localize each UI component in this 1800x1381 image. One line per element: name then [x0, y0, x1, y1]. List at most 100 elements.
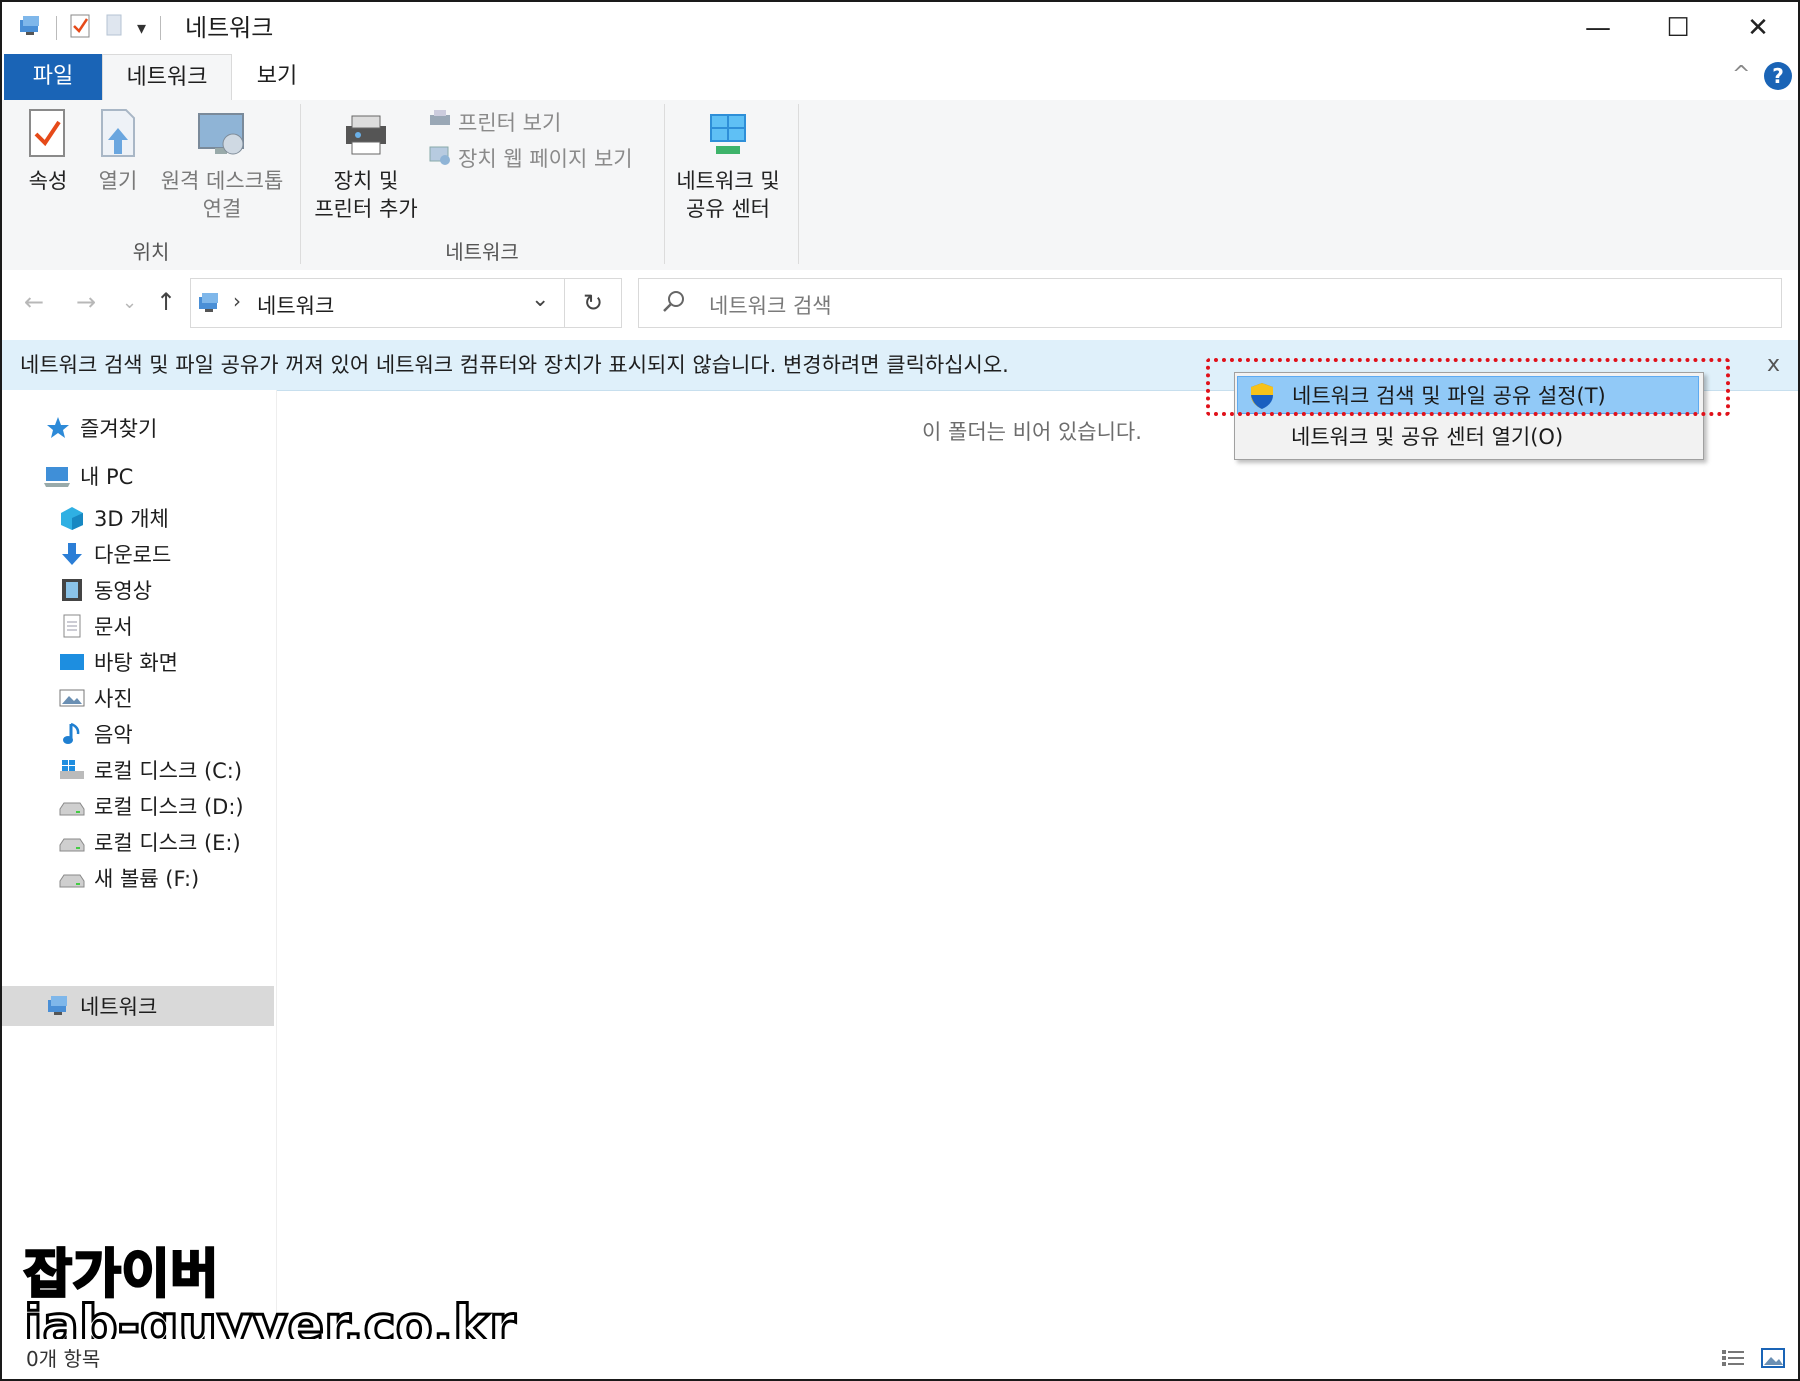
drive-icon [58, 792, 86, 820]
new-folder-qa-icon[interactable] [105, 13, 125, 43]
sidebar-item-3d-objects[interactable]: 3D 개체 [2, 498, 274, 538]
computer-icon [44, 462, 72, 490]
star-icon [44, 414, 72, 442]
refresh-button[interactable]: ↻ [564, 278, 622, 328]
close-button[interactable]: ✕ [1718, 2, 1798, 54]
sidebar-item-label: 로컬 디스크 (C:) [94, 759, 243, 783]
back-button[interactable]: ← [24, 288, 44, 316]
forward-button[interactable]: → [76, 288, 96, 316]
large-icons-view-icon[interactable] [1760, 1347, 1786, 1373]
group-network-label: 네트워크 [445, 240, 519, 264]
sidebar-item-drive-e[interactable]: 로컬 디스크 (E:) [2, 822, 274, 862]
download-icon [58, 540, 86, 568]
desktop-icon [58, 648, 86, 676]
document-icon [58, 612, 86, 640]
item-count: 0개 항목 [26, 1347, 101, 1371]
address-dropdown-icon[interactable]: ⌄ [531, 287, 549, 312]
group-location-label: 위치 [132, 240, 170, 264]
help-icon[interactable]: ? [1764, 62, 1792, 90]
cube-icon [58, 504, 86, 532]
sidebar-item-downloads[interactable]: 다운로드 [2, 534, 274, 574]
drive-icon [58, 828, 86, 856]
tab-file[interactable]: 파일 [4, 54, 102, 100]
properties-qa-icon[interactable] [69, 13, 93, 43]
view-device-webpage-button[interactable]: 장치 웹 페이지 보기 [428, 144, 633, 173]
open-network-sharing-center-menu-item[interactable]: 네트워크 및 공유 센터 열기(O) [1237, 417, 1699, 455]
sidebar-item-label: 새 볼륨 (F:) [94, 867, 200, 891]
network-center-icon [668, 108, 788, 167]
search-box[interactable]: 네트워크 검색 [638, 278, 1782, 328]
remote-desktop-label-1: 원격 데스크톱 [160, 169, 284, 193]
network-center-label-1: 네트워크 및 [676, 169, 780, 193]
ribbon-collapse-icon[interactable]: ^ [1732, 62, 1750, 87]
sidebar-item-drive-d[interactable]: 로컬 디스크 (D:) [2, 786, 274, 826]
sidebar-item-label: 3D 개체 [94, 507, 169, 531]
recent-locations-button[interactable]: ⌄ [122, 292, 137, 313]
picture-icon [58, 684, 86, 712]
remote-desktop-button[interactable]: 원격 데스크톱 연결 [154, 108, 290, 223]
properties-button[interactable]: 속성 [16, 108, 80, 195]
breadcrumb[interactable]: 네트워크 [257, 290, 334, 320]
open-label: 열기 [98, 169, 138, 193]
open-icon [86, 108, 150, 167]
sidebar-item-label: 바탕 화면 [94, 651, 178, 675]
infobar-message[interactable]: 네트워크 검색 및 파일 공유가 꺼져 있어 네트워크 컴퓨터와 장치가 표시되… [20, 340, 1009, 390]
navigation-pane: 즐겨찾기 내 PC 3D 개체 다운로드 동영상 문서 바탕 화면 사진 음악 … [2, 390, 277, 1330]
video-icon [58, 576, 86, 604]
sidebar-item-label: 사진 [94, 687, 133, 711]
infobar-close-icon[interactable]: x [1767, 340, 1780, 390]
group-divider [664, 104, 665, 264]
properties-icon [16, 108, 80, 167]
sidebar-item-label: 음악 [94, 723, 133, 747]
remote-desktop-icon [154, 108, 290, 167]
maximize-button[interactable]: ☐ [1638, 2, 1718, 54]
sidebar-item-drive-f[interactable]: 새 볼륨 (F:) [2, 858, 274, 898]
sidebar-item-desktop[interactable]: 바탕 화면 [2, 642, 274, 682]
sidebar-item-label: 다운로드 [94, 543, 172, 567]
details-view-icon[interactable] [1720, 1347, 1746, 1373]
sidebar-item-drive-c[interactable]: 로컬 디스크 (C:) [2, 750, 274, 790]
menu-item-label: 네트워크 및 공유 센터 열기(O) [1291, 425, 1564, 449]
group-divider [798, 104, 799, 264]
open-button[interactable]: 열기 [86, 108, 150, 195]
sidebar-item-label: 로컬 디스크 (D:) [94, 795, 244, 819]
sidebar-item-network[interactable]: 네트워크 [2, 986, 274, 1026]
qa-customize-dropdown[interactable]: ▾ [137, 18, 146, 39]
device-webpage-icon [428, 144, 452, 173]
network-icon [44, 992, 72, 1020]
breadcrumb-separator[interactable]: › [233, 289, 241, 313]
search-placeholder: 네트워크 검색 [709, 294, 832, 318]
up-button[interactable]: ↑ [156, 288, 176, 316]
search-icon [661, 289, 687, 319]
network-sharing-center-button[interactable]: 네트워크 및 공유 센터 [668, 108, 788, 223]
network-app-icon [16, 12, 44, 44]
sidebar-item-music[interactable]: 음악 [2, 714, 274, 754]
sidebar-item-pictures[interactable]: 사진 [2, 678, 274, 718]
view-printers-button[interactable]: 프린터 보기 [428, 108, 561, 137]
sidebar-item-label: 문서 [94, 615, 133, 639]
printer-icon [428, 108, 452, 137]
remote-desktop-label-2: 연결 [202, 197, 242, 221]
sidebar-item-label: 로컬 디스크 (E:) [94, 831, 241, 855]
add-devices-label-1: 장치 및 [333, 169, 399, 193]
explorer-window: ▾ 네트워크 — ☐ ✕ 파일 네트워크 보기 ^ ? 속성 열기 원격 데스크… [0, 0, 1800, 1381]
tab-view[interactable]: 보기 [230, 54, 324, 100]
sidebar-item-favorites[interactable]: 즐겨찾기 [2, 408, 274, 448]
annotation-highlight-box [1206, 358, 1730, 416]
drive-icon [58, 864, 86, 892]
sidebar-item-documents[interactable]: 문서 [2, 606, 274, 646]
sidebar-item-label: 네트워크 [80, 995, 158, 1019]
sidebar-item-videos[interactable]: 동영상 [2, 570, 274, 610]
network-location-icon [195, 289, 223, 321]
add-devices-button[interactable]: 장치 및 프린터 추가 [306, 108, 426, 223]
address-bar[interactable]: › 네트워크 ⌄ [190, 278, 622, 328]
network-center-label-2: 공유 센터 [686, 197, 770, 221]
ribbon-tabs: 파일 네트워크 보기 ^ ? [2, 54, 1798, 102]
add-devices-label-2: 프린터 추가 [314, 197, 418, 221]
printer-add-icon [306, 108, 426, 167]
tab-network[interactable]: 네트워크 [102, 54, 232, 102]
status-bar: 0개 항목 [2, 1339, 1798, 1379]
minimize-button[interactable]: — [1558, 2, 1638, 54]
sidebar-item-this-pc[interactable]: 내 PC [2, 456, 274, 496]
system-drive-icon [58, 756, 86, 784]
